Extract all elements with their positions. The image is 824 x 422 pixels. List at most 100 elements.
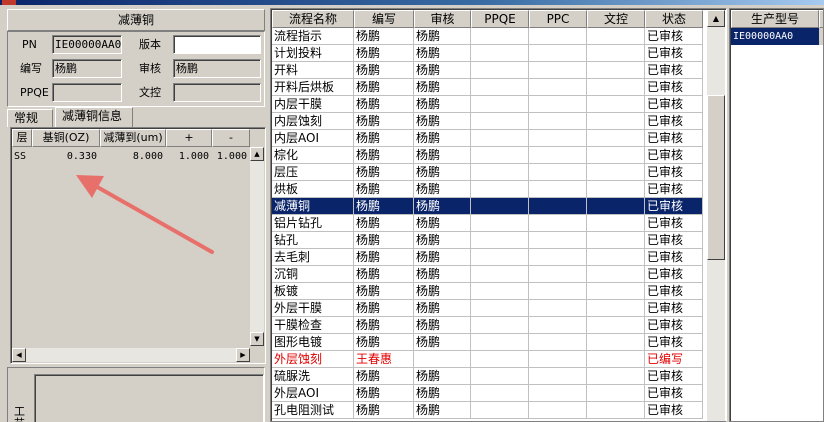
cell-status[interactable]: 已编写	[645, 351, 703, 368]
cell-process-name[interactable]: 钻孔	[272, 232, 354, 249]
cell-ppqe[interactable]	[471, 62, 529, 79]
table-row[interactable]: 开料 杨鹏 杨鹏 已审核	[272, 62, 703, 79]
cell-ppqe[interactable]	[471, 215, 529, 232]
cell-doc-control[interactable]	[587, 283, 645, 300]
cell-author[interactable]: 杨鹏	[354, 164, 414, 181]
cell-author[interactable]: 杨鹏	[354, 215, 414, 232]
cell-base-copper[interactable]: 0.330	[32, 148, 100, 165]
cell-status[interactable]: 已审核	[645, 283, 703, 300]
col-header-reviewer[interactable]: 审核	[414, 10, 471, 28]
cell-reviewer[interactable]: 杨鹏	[414, 164, 471, 181]
cell-ppc[interactable]	[529, 96, 587, 113]
cell-author[interactable]: 杨鹏	[354, 45, 414, 62]
cell-ppqe[interactable]	[471, 28, 529, 45]
cell-author[interactable]: 杨鹏	[354, 283, 414, 300]
scroll-left-icon[interactable]: ◀	[12, 348, 26, 362]
table-row[interactable]: 去毛刺 杨鹏 杨鹏 已审核	[272, 249, 703, 266]
cell-reviewer[interactable]: 杨鹏	[414, 198, 471, 215]
cell-author[interactable]: 杨鹏	[354, 96, 414, 113]
tab-thin-copper-info[interactable]: 减薄铜信息	[55, 107, 133, 127]
cell-ppc[interactable]	[529, 130, 587, 147]
cell-process-name[interactable]: 去毛刺	[272, 249, 354, 266]
cell-ppqe[interactable]	[471, 402, 529, 419]
cell-doc-control[interactable]	[587, 79, 645, 96]
cell-process-name[interactable]: 层压	[272, 164, 354, 181]
cell-ppqe[interactable]	[471, 249, 529, 266]
cell-doc-control[interactable]	[587, 181, 645, 198]
cell-doc-control[interactable]	[587, 300, 645, 317]
cell-status[interactable]: 已审核	[645, 79, 703, 96]
cell-author[interactable]: 杨鹏	[354, 317, 414, 334]
cell-doc-control[interactable]	[587, 249, 645, 266]
table-row[interactable]: 沉铜 杨鹏 杨鹏 已审核	[272, 266, 703, 283]
cell-ppc[interactable]	[529, 113, 587, 130]
layer-grid-vertical-scrollbar[interactable]: ▲ ▼	[250, 147, 264, 346]
col-header-doc-control[interactable]: 文控	[587, 10, 645, 28]
scroll-right-icon[interactable]: ▶	[236, 348, 250, 362]
cell-status[interactable]: 已审核	[645, 215, 703, 232]
version-field[interactable]	[173, 35, 261, 54]
cell-reviewer[interactable]: 杨鹏	[414, 402, 471, 419]
scroll-down-icon[interactable]: ▼	[250, 332, 264, 346]
cell-thin-to[interactable]: 8.000	[100, 148, 166, 165]
cell-process-name[interactable]: 板镀	[272, 283, 354, 300]
cell-process-name[interactable]: 开料后烘板	[272, 79, 354, 96]
process-grid-scrollbar[interactable]: ▲	[707, 10, 725, 421]
cell-status[interactable]: 已审核	[645, 130, 703, 147]
cell-process-name[interactable]: 流程指示	[272, 28, 354, 45]
cell-status[interactable]: 已审核	[645, 198, 703, 215]
cell-author[interactable]: 杨鹏	[354, 266, 414, 283]
cell-reviewer[interactable]: 杨鹏	[414, 62, 471, 79]
cell-status[interactable]: 已审核	[645, 334, 703, 351]
cell-ppc[interactable]	[529, 402, 587, 419]
col-header-plus[interactable]: +	[166, 129, 212, 147]
cell-ppc[interactable]	[529, 283, 587, 300]
cell-author[interactable]: 王春惠	[354, 351, 414, 368]
cell-process-name[interactable]: 图形电镀	[272, 334, 354, 351]
cell-author[interactable]: 杨鹏	[354, 232, 414, 249]
cell-ppc[interactable]	[529, 28, 587, 45]
table-row[interactable]: 内层蚀刻 杨鹏 杨鹏 已审核	[272, 113, 703, 130]
cell-process-name[interactable]: 开料	[272, 62, 354, 79]
cell-reviewer[interactable]: 杨鹏	[414, 181, 471, 198]
cell-status[interactable]: 已审核	[645, 164, 703, 181]
cell-ppqe[interactable]	[471, 385, 529, 402]
cell-ppqe[interactable]	[471, 198, 529, 215]
cell-process-name[interactable]: 沉铜	[272, 266, 354, 283]
cell-ppqe[interactable]	[471, 96, 529, 113]
col-header-model[interactable]: 生产型号	[731, 10, 819, 28]
col-header-author[interactable]: 编写	[354, 10, 414, 28]
cell-reviewer[interactable]: 杨鹏	[414, 96, 471, 113]
cell-doc-control[interactable]	[587, 130, 645, 147]
cell-ppqe[interactable]	[471, 113, 529, 130]
cell-ppc[interactable]	[529, 368, 587, 385]
cell-doc-control[interactable]	[587, 232, 645, 249]
cell-doc-control[interactable]	[587, 113, 645, 130]
cell-status[interactable]: 已审核	[645, 266, 703, 283]
doc-control-field[interactable]	[173, 83, 261, 102]
cell-status[interactable]: 已审核	[645, 402, 703, 419]
table-row[interactable]: 干膜检查 杨鹏 杨鹏 已审核	[272, 317, 703, 334]
cell-status[interactable]: 已审核	[645, 249, 703, 266]
cell-ppc[interactable]	[529, 62, 587, 79]
cell-process-name[interactable]: 内层蚀刻	[272, 113, 354, 130]
cell-doc-control[interactable]	[587, 317, 645, 334]
cell-ppc[interactable]	[529, 249, 587, 266]
cell-plus[interactable]: 1.000	[166, 148, 212, 165]
cell-ppc[interactable]	[529, 317, 587, 334]
cell-doc-control[interactable]	[587, 351, 645, 368]
cell-doc-control[interactable]	[587, 368, 645, 385]
cell-status[interactable]: 已审核	[645, 232, 703, 249]
table-row[interactable]: 外层干膜 杨鹏 杨鹏 已审核	[272, 300, 703, 317]
cell-ppc[interactable]	[529, 198, 587, 215]
cell-ppc[interactable]	[529, 147, 587, 164]
col-header-process-name[interactable]: 流程名称	[272, 10, 354, 28]
col-header-status[interactable]: 状态	[645, 10, 703, 28]
cell-process-name[interactable]: 外层蚀刻	[272, 351, 354, 368]
cell-doc-control[interactable]	[587, 96, 645, 113]
cell-reviewer[interactable]: 杨鹏	[414, 300, 471, 317]
cell-process-name[interactable]: 减薄铜	[272, 198, 354, 215]
cell-ppqe[interactable]	[471, 368, 529, 385]
table-row[interactable]: 钻孔 杨鹏 杨鹏 已审核	[272, 232, 703, 249]
table-row[interactable]: 外层蚀刻 王春惠 已编写	[272, 351, 703, 368]
